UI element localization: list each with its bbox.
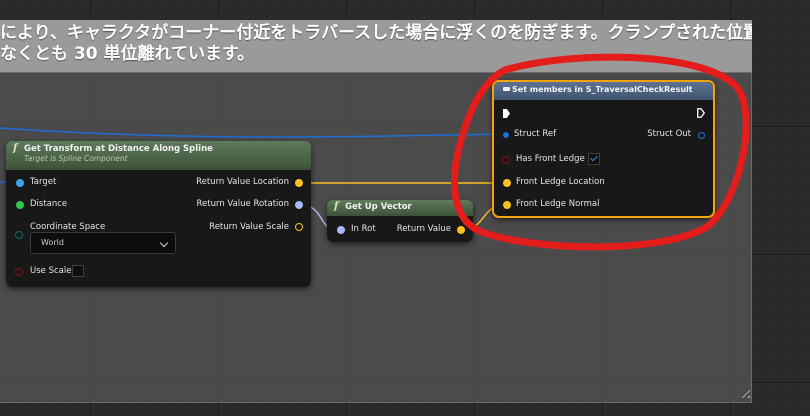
return-location-pin[interactable] (295, 179, 303, 187)
front-ledge-location-pin[interactable] (503, 179, 511, 187)
return-value-label: Return Value (396, 224, 451, 234)
node-subtitle: Target is Spline Component (24, 154, 128, 163)
node-header: f Get Transform at Distance Along Spline… (6, 141, 311, 170)
front-ledge-normal-label: Front Ledge Normal (516, 199, 600, 209)
node-header: Set members in S_TraversalCheckResult (494, 82, 713, 100)
struct-icon (503, 87, 510, 91)
node-title: Set members in S_TraversalCheckResult (512, 85, 693, 94)
use-scale-label: Use Scale (30, 266, 72, 276)
coordinate-space-label: Coordinate Space (30, 222, 106, 232)
return-rotation-pin[interactable] (295, 201, 303, 209)
function-icon: f (13, 143, 18, 154)
checkmark-icon (590, 153, 598, 162)
front-ledge-normal-pin[interactable] (503, 201, 511, 209)
target-pin[interactable] (16, 179, 24, 187)
front-ledge-location-label: Front Ledge Location (516, 177, 605, 187)
distance-pin[interactable] (16, 201, 24, 209)
struct-ref-label: Struct Ref (514, 129, 557, 139)
struct-ref-pin[interactable] (503, 132, 509, 138)
target-label: Target (30, 177, 57, 187)
has-front-ledge-pin[interactable] (502, 156, 510, 164)
node-title: Get Transform at Distance Along Spline (24, 144, 213, 154)
node-get-up-vector[interactable]: f Get Up Vector In Rot Return Value (327, 200, 473, 242)
coordinate-space-pin[interactable] (15, 231, 23, 239)
distance-label: Distance (30, 199, 68, 209)
return-value-pin[interactable] (457, 226, 465, 234)
in-rot-pin[interactable] (337, 226, 345, 234)
use-scale-checkbox[interactable] (72, 265, 84, 277)
exec-in-pin[interactable] (503, 109, 510, 118)
coordinate-space-dropdown[interactable]: World (30, 232, 176, 254)
function-icon: f (334, 201, 339, 212)
coordinate-space-value: World (41, 238, 64, 247)
node-get-transform-at-distance[interactable]: f Get Transform at Distance Along Spline… (6, 141, 311, 287)
return-scale-label: Return Value Scale (209, 222, 289, 232)
has-front-ledge-checkbox[interactable] (588, 153, 600, 165)
return-location-label: Return Value Location (196, 177, 289, 187)
return-rotation-label: Return Value Rotation (196, 199, 290, 209)
node-header: f Get Up Vector (327, 200, 473, 216)
exec-out-pin[interactable] (697, 108, 705, 118)
node-set-members[interactable]: Set members in S_TraversalCheckResult St… (492, 80, 715, 218)
struct-out-pin[interactable] (698, 132, 705, 139)
struct-out-label: Struct Out (647, 129, 691, 139)
use-scale-pin[interactable] (15, 268, 23, 276)
in-rot-label: In Rot (351, 224, 376, 234)
node-title: Get Up Vector (345, 202, 412, 212)
wire-struct-in (0, 127, 505, 138)
chevron-down-icon (159, 238, 169, 248)
has-front-ledge-label: Has Front Ledge (516, 154, 585, 164)
return-scale-pin[interactable] (295, 223, 303, 231)
